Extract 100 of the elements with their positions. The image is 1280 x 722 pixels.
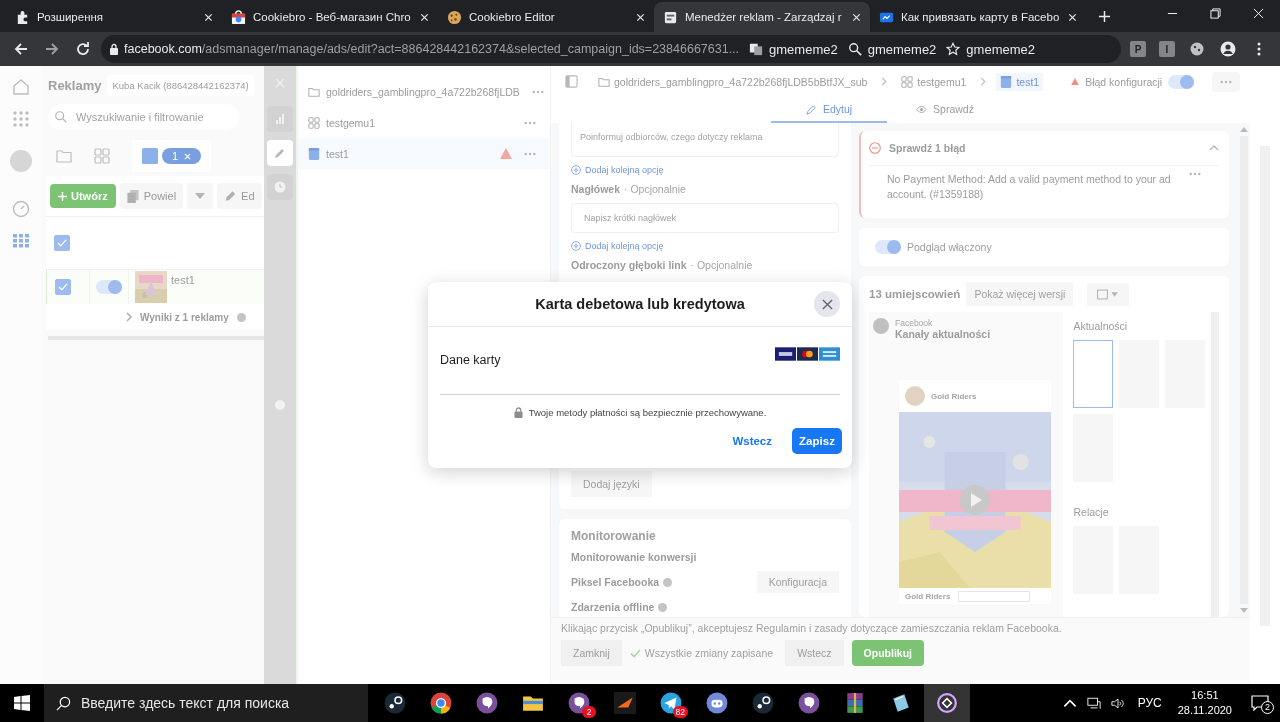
network-icon[interactable] bbox=[1086, 696, 1101, 710]
windows-icon[interactable] bbox=[14, 695, 30, 711]
configure-button[interactable]: Konfiguracja bbox=[756, 571, 839, 593]
clock-date[interactable]: 28.11.2020 bbox=[1177, 703, 1232, 718]
back-icon[interactable] bbox=[13, 41, 29, 57]
play-icon[interactable] bbox=[960, 485, 990, 515]
resize-handle[interactable] bbox=[275, 400, 285, 410]
more-icon[interactable] bbox=[531, 89, 544, 94]
tree-item[interactable]: test1 bbox=[298, 138, 550, 169]
notification-icon[interactable] bbox=[1251, 695, 1269, 711]
more-button[interactable] bbox=[1212, 71, 1241, 92]
close-button[interactable] bbox=[814, 291, 840, 317]
toggle-switch[interactable] bbox=[1168, 74, 1195, 89]
extension-button[interactable]: I bbox=[1159, 41, 1175, 57]
dropdown-button[interactable] bbox=[187, 183, 214, 209]
close-icon[interactable] bbox=[852, 12, 861, 22]
sidebar-icon[interactable] bbox=[565, 75, 578, 88]
more-icon bbox=[1220, 79, 1233, 84]
avatar-icon[interactable] bbox=[10, 150, 32, 172]
new-tab-icon[interactable] bbox=[1098, 10, 1111, 23]
folder-icon bbox=[308, 85, 320, 98]
forward-icon[interactable] bbox=[44, 41, 60, 57]
close-icon[interactable] bbox=[204, 12, 213, 22]
taskbar-app[interactable]: 82 bbox=[648, 684, 694, 722]
tool-button[interactable] bbox=[267, 106, 293, 132]
breadcrumb-item[interactable]: testgemu1 bbox=[897, 72, 971, 91]
collapse-icon[interactable] bbox=[1209, 145, 1219, 151]
home-icon[interactable] bbox=[12, 78, 30, 96]
tool-button[interactable] bbox=[267, 174, 293, 200]
close-icon[interactable] bbox=[1068, 12, 1077, 22]
card-details-field[interactable]: Dane karty bbox=[440, 339, 840, 395]
extension-item[interactable]: gmememe2 bbox=[749, 41, 838, 57]
extension-item[interactable]: gmememe2 bbox=[847, 41, 937, 57]
extension-item[interactable]: gmememe2 bbox=[946, 41, 1035, 57]
language-indicator[interactable]: РУС bbox=[1137, 696, 1162, 710]
call-to-action-button[interactable] bbox=[958, 590, 1031, 602]
placement-thumbnail[interactable] bbox=[1073, 340, 1114, 408]
breadcrumb-item[interactable]: goldriders_gamblingpro_4a722b268fjLDB5bBtfJX_sub bbox=[594, 72, 872, 91]
scroll-up-icon[interactable] bbox=[1240, 127, 1248, 132]
more-icon[interactable] bbox=[1189, 172, 1201, 176]
grid-icon[interactable] bbox=[94, 148, 110, 164]
dialog-title: Karta debetowa lub kredytowa bbox=[535, 296, 745, 312]
tab[interactable]: Sprawdź bbox=[887, 97, 1003, 123]
add-languages-button[interactable]: Dodaj języki bbox=[571, 471, 652, 497]
close-icon[interactable] bbox=[636, 12, 645, 22]
placements-count: 13 umiejscowień bbox=[869, 288, 961, 300]
taskbar-app[interactable]: 2 bbox=[556, 684, 602, 722]
clock-time[interactable]: 16:51 bbox=[1191, 688, 1219, 703]
tool-button[interactable] bbox=[267, 140, 293, 166]
selection-chip[interactable]: 1 bbox=[162, 148, 202, 164]
scroll-down-icon[interactable] bbox=[1240, 608, 1248, 613]
taskbar-app[interactable] bbox=[924, 684, 970, 722]
save-button[interactable]: Zapisz bbox=[792, 428, 842, 454]
results-summary: Wyniki z 1 reklamy bbox=[140, 311, 229, 323]
browser-tab[interactable]: Розширення bbox=[6, 2, 222, 32]
table-icon[interactable] bbox=[12, 232, 30, 250]
add-option-link[interactable]: Dodaj kolejną opcję bbox=[571, 241, 839, 251]
checkbox[interactable] bbox=[54, 235, 70, 251]
more-versions-button[interactable]: Pokaż więcej wersji bbox=[966, 282, 1074, 306]
text-field[interactable]: Poinformuj odbiorców, czego dotyczy reklama bbox=[571, 123, 839, 157]
publish-button[interactable]: Opublikuj bbox=[851, 640, 924, 666]
folder-icon[interactable] bbox=[56, 148, 72, 164]
browser-tab[interactable]: Cookiebro - Веб-магазин Chro bbox=[222, 2, 438, 32]
create-button[interactable]: Utwórz bbox=[50, 184, 116, 208]
gauge-icon[interactable] bbox=[12, 200, 30, 218]
tree-item[interactable]: testgemu1 bbox=[298, 107, 550, 138]
reload-icon[interactable] bbox=[75, 41, 91, 57]
back-button[interactable]: Wstecz bbox=[785, 640, 844, 666]
tree-item[interactable]: goldriders_gamblingpro_4a722b268fjLDB bbox=[298, 76, 550, 107]
edit-button[interactable]: Ed bbox=[217, 183, 262, 209]
duplicate-button[interactable]: Powiel bbox=[119, 183, 184, 209]
search-field[interactable]: Введите здесь текст для поиска bbox=[44, 684, 368, 722]
back-button[interactable]: Wstecz bbox=[726, 434, 778, 448]
archive-icon bbox=[844, 692, 866, 714]
extension-button[interactable]: P bbox=[1130, 41, 1146, 57]
headline-field[interactable]: Napisz krótki nagłówek bbox=[571, 203, 839, 233]
more-icon[interactable] bbox=[524, 120, 536, 125]
ad-icon[interactable] bbox=[142, 148, 158, 164]
browser-tab[interactable]: Как привязать карту в Facebo bbox=[870, 2, 1086, 32]
volume-icon[interactable] bbox=[1110, 696, 1125, 710]
address-field[interactable]: facebook.com/adsmanager/manage/ads/edit?act=886428442162374&selected_campaign_ids=23846667631... gmememe2 gmememe2 gmememe2 bbox=[101, 35, 1121, 63]
close-button[interactable]: Zamknij bbox=[561, 640, 622, 666]
card-icon bbox=[797, 347, 818, 361]
more-icon[interactable] bbox=[524, 151, 536, 156]
breadcrumb-item[interactable]: test1 bbox=[996, 72, 1044, 91]
toggle-switch[interactable] bbox=[875, 240, 901, 254]
checkbox[interactable] bbox=[55, 279, 71, 295]
chevron-icon[interactable] bbox=[126, 312, 132, 322]
account-selector[interactable]: Kuba Kacik (886428442162374) bbox=[107, 74, 254, 96]
ad-name[interactable]: test1 bbox=[171, 274, 195, 286]
cookie-icon[interactable] bbox=[1189, 41, 1205, 57]
apps-icon[interactable] bbox=[12, 110, 30, 128]
restore-icon[interactable] bbox=[1210, 7, 1221, 19]
browser-tab[interactable]: Menedżer reklam - Zarządzaj r bbox=[654, 2, 870, 32]
toggle-switch[interactable] bbox=[96, 280, 122, 294]
share-button[interactable] bbox=[1087, 282, 1130, 306]
add-option-link[interactable]: Dodaj kolejną opcję bbox=[571, 165, 839, 175]
browser-tab[interactable]: Cookiebro Editor bbox=[438, 2, 654, 32]
profile-icon[interactable] bbox=[1220, 41, 1236, 57]
close-icon[interactable] bbox=[420, 12, 429, 22]
